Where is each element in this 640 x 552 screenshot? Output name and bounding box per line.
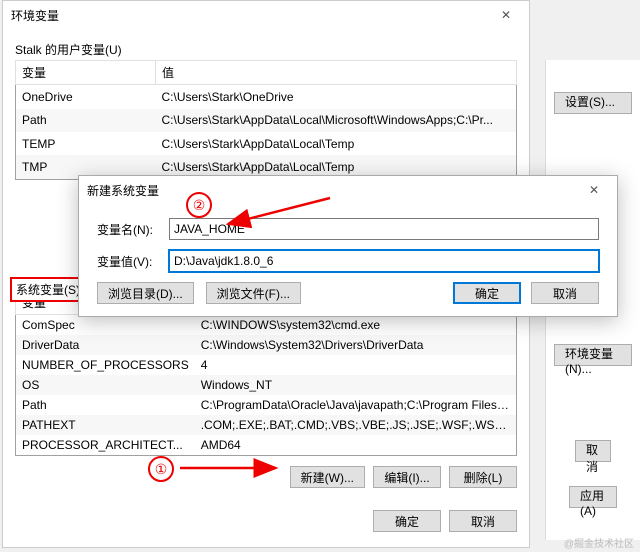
user-vars-table[interactable]: 变量 值 OneDriveC:\Users\Stark\OneDrivePath… [15, 60, 517, 180]
env-vars-button[interactable]: 环境变量(N)... [554, 344, 632, 366]
close-icon[interactable]: ✕ [491, 5, 521, 25]
new-var-title: 新建系统变量 [87, 182, 159, 199]
table-row[interactable]: PROCESSOR_ARCHITECT...AMD64 [16, 435, 517, 456]
settings-button[interactable]: 设置(S)... [554, 92, 632, 114]
col-var: 变量 [16, 61, 156, 85]
edit-button[interactable]: 编辑(I)... [373, 466, 441, 488]
sp-cancel-button[interactable]: 取消 [575, 440, 611, 462]
col-val: 值 [156, 61, 517, 85]
table-row[interactable]: ComSpecC:\WINDOWS\system32\cmd.exe [16, 315, 517, 336]
table-row[interactable]: PathC:\ProgramData\Oracle\Java\javapath;… [16, 395, 517, 415]
table-row[interactable]: PATHEXT.COM;.EXE;.BAT;.CMD;.VBS;.VBE;.JS… [16, 415, 517, 435]
new-var-dialog: 新建系统变量 ✕ 变量名(N): 变量值(V): 浏览目录(D)... 浏览文件… [78, 175, 618, 317]
var-name-label: 变量名(N): [97, 221, 169, 238]
user-vars-label: Stalk 的用户变量(U) [15, 41, 517, 58]
table-row[interactable]: DriverDataC:\Windows\System32\Drivers\Dr… [16, 335, 517, 355]
sys-vars-label: 系统变量(S) [10, 277, 86, 302]
ok-button[interactable]: 确定 [373, 510, 441, 532]
close-icon[interactable]: ✕ [579, 180, 609, 200]
env-window-title: 环境变量 [11, 7, 59, 24]
browse-dir-button[interactable]: 浏览目录(D)... [97, 282, 194, 304]
dialog-ok-button[interactable]: 确定 [453, 282, 521, 304]
watermark: @掘金技术社区 [564, 535, 634, 550]
browse-file-button[interactable]: 浏览文件(F)... [206, 282, 301, 304]
table-row[interactable]: PathC:\Users\Stark\AppData\Local\Microso… [16, 109, 517, 132]
var-name-input[interactable] [169, 218, 599, 240]
var-value-input[interactable] [169, 250, 599, 272]
table-row[interactable]: TEMPC:\Users\Stark\AppData\Local\Temp [16, 132, 517, 155]
table-row[interactable]: NUMBER_OF_PROCESSORS4 [16, 355, 517, 375]
table-row[interactable]: OSWindows_NT [16, 375, 517, 395]
new-button[interactable]: 新建(W)... [290, 466, 365, 488]
var-value-label: 变量值(V): [97, 253, 169, 270]
cancel-button[interactable]: 取消 [449, 510, 517, 532]
dialog-cancel-button[interactable]: 取消 [531, 282, 599, 304]
sp-apply-button[interactable]: 应用(A) [569, 486, 617, 508]
delete-button[interactable]: 删除(L) [449, 466, 517, 488]
table-row[interactable]: OneDriveC:\Users\Stark\OneDrive [16, 85, 517, 109]
